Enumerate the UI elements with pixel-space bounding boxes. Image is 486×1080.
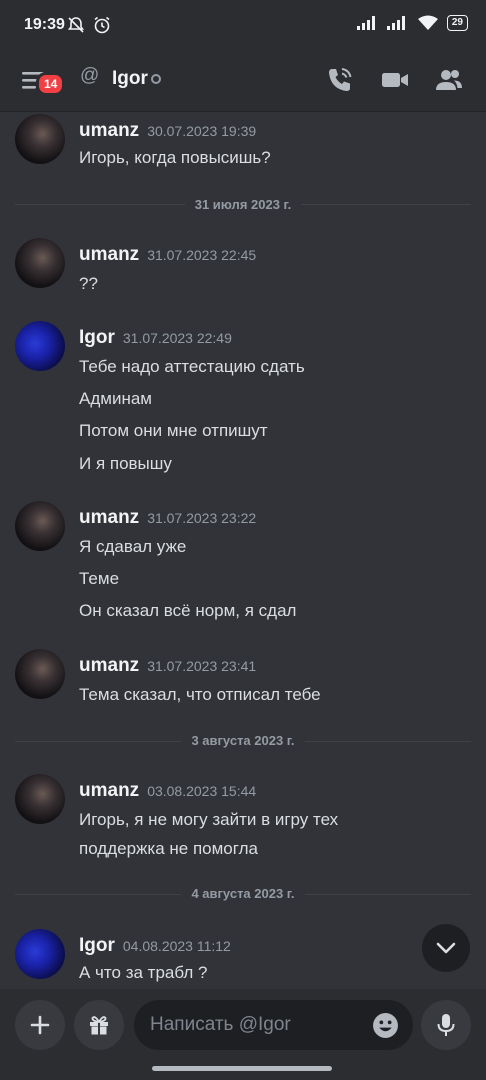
signal-icon-2 [386, 16, 405, 30]
home-indicator[interactable] [152, 1066, 332, 1071]
battery-indicator: 29 [446, 15, 468, 31]
microphone-icon [437, 1014, 455, 1036]
jump-to-bottom-button[interactable] [422, 924, 470, 972]
signal-icon [356, 16, 375, 30]
avatar[interactable] [15, 321, 65, 371]
message-text: Он сказал всё норм, я сдал [79, 601, 297, 620]
message-text: Потом они мне отпишут [79, 421, 268, 440]
message-timestamp: 31.07.2023 23:41 [147, 658, 257, 674]
status-time: 19:39 [24, 16, 65, 33]
message-text: поддержка не помогла [79, 839, 258, 858]
date-divider: 4 августа 2023 г. [0, 886, 486, 901]
message-text: Я сдавал уже [79, 537, 187, 556]
message-text: Игорь, когда повысишь? [79, 148, 271, 167]
message-author[interactable]: umanz 31.07.2023 22:45 [79, 244, 256, 266]
video-call-icon[interactable] [380, 65, 410, 95]
message-text: А что за трабл ? [79, 963, 208, 982]
message-text: Игорь, я не могу зайти в игру тех [79, 810, 339, 829]
message-timestamp: 31.07.2023 22:49 [122, 330, 232, 346]
message-timestamp: 30.07.2023 19:39 [147, 123, 257, 139]
gift-button[interactable] [74, 1000, 124, 1050]
voice-call-icon[interactable] [325, 65, 355, 95]
message-author[interactable]: umanz 03.08.2023 15:44 [79, 780, 256, 802]
avatar[interactable] [15, 114, 65, 164]
status-icon [151, 74, 161, 84]
message-text: И я повышу [79, 454, 172, 473]
message-author[interactable]: Igor 04.08.2023 11:12 [79, 935, 231, 957]
notifications-off-icon [67, 17, 85, 33]
message-text: Тема сказал, что отписал тебе [79, 685, 321, 704]
at-icon: @ [80, 65, 100, 86]
date-divider: 31 июля 2023 г. [0, 197, 486, 212]
message-author[interactable]: umanz 31.07.2023 23:41 [79, 655, 256, 677]
voice-message-button[interactable] [421, 1000, 471, 1050]
avatar[interactable] [15, 238, 65, 288]
avatar[interactable] [15, 929, 65, 979]
emoji-icon[interactable] [372, 1012, 399, 1039]
message-author[interactable]: Igor 31.07.2023 22:49 [79, 327, 232, 349]
message-text: ?? [79, 274, 98, 293]
members-icon[interactable] [434, 65, 464, 95]
message-timestamp: 31.07.2023 23:22 [147, 510, 257, 526]
message-text: Админам [79, 389, 152, 408]
avatar[interactable] [15, 501, 65, 551]
add-attachment-button[interactable] [15, 1000, 65, 1050]
avatar[interactable] [15, 774, 65, 824]
plus-icon [30, 1015, 50, 1035]
message-text: Тебе надо аттестацию сдать [79, 357, 305, 376]
message-timestamp: 31.07.2023 22:45 [147, 247, 257, 263]
channel-header: 14 @ Igor [0, 50, 486, 112]
message-list[interactable]: umanz 30.07.2023 19:39 Игорь, когда повыс… [0, 112, 486, 989]
channel-title[interactable]: Igor [112, 68, 148, 90]
message-timestamp: 04.08.2023 11:12 [122, 938, 231, 954]
chevron-down-icon [436, 942, 456, 954]
avatar[interactable] [15, 649, 65, 699]
date-divider: 3 августа 2023 г. [0, 733, 486, 748]
message-author[interactable]: umanz 31.07.2023 23:22 [79, 507, 256, 529]
message-author[interactable]: umanz 30.07.2023 19:39 [79, 120, 256, 142]
gift-icon [90, 1016, 108, 1035]
status-bar: 19:39 29 [0, 0, 486, 50]
alarm-icon [94, 16, 110, 34]
message-timestamp: 03.08.2023 15:44 [147, 783, 257, 799]
wifi-icon [417, 15, 438, 30]
message-text: Теме [79, 569, 120, 588]
unread-badge: 14 [36, 72, 66, 96]
